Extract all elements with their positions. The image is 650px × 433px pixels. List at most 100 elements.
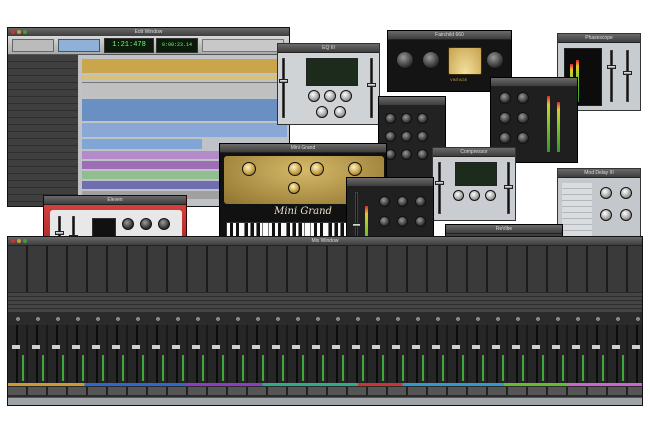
delay-plugin-window: Mod Delay III [557,168,641,246]
attack-knob[interactable] [453,190,464,201]
edit-window-title: Edit Window [134,29,163,35]
compressor-graph[interactable] [455,162,497,186]
track-color-strip [8,383,642,386]
track-list [8,55,78,206]
gain-reduction-meter [547,96,550,152]
eq-band-knob[interactable] [417,113,428,124]
eq-band-knob[interactable] [415,216,426,227]
pan-row[interactable] [8,315,642,323]
main-counter: 1:21:478 [104,38,154,53]
mix-window-titlebar[interactable]: Mix Window [8,237,642,246]
dynamics-knob[interactable] [242,162,256,176]
eq-band-knob[interactable] [379,196,390,207]
audio-clip[interactable] [82,75,287,80]
edit-mode-buttons[interactable] [12,39,54,52]
send-slots[interactable] [8,293,642,313]
eq-band-knob[interactable] [385,131,396,142]
feedback-knob[interactable] [620,187,632,199]
mix-window-title: Mix Window [311,238,339,244]
audio-clip[interactable] [82,59,287,73]
output-fader[interactable] [504,162,513,214]
ratio-knob[interactable] [499,112,511,124]
midi-clip[interactable] [82,99,287,121]
treble-knob[interactable] [158,218,170,230]
fairchild-title: Fairchild 660 [435,32,464,38]
meter-titlebar[interactable]: Phasescope [558,34,640,43]
input-fader[interactable] [279,58,288,118]
input-gain-knob[interactable] [396,51,414,69]
reverb-title: ReVibe [495,226,513,232]
release-knob[interactable] [517,92,529,104]
reverb-knob[interactable] [288,162,302,176]
output-fader[interactable] [367,58,376,118]
output-fader[interactable] [623,50,632,102]
piano-titlebar[interactable]: Mini Grand [220,144,386,153]
q-knob[interactable] [340,90,352,102]
input-fader[interactable] [435,162,444,214]
dynamics-titlebar[interactable] [491,78,577,87]
ratio-knob[interactable] [469,190,480,201]
fairchild-titlebar[interactable]: Fairchild 660 [388,31,511,40]
insert-slots[interactable] [8,246,642,292]
frequency-knob[interactable] [316,106,328,118]
vintage-badge: VINTAGE [450,77,468,82]
eq-band-knob[interactable] [385,113,396,124]
compressor-plugin-window: Compressor [432,147,516,221]
room-knob[interactable] [288,182,300,194]
delay-titlebar[interactable]: Mod Delay III [558,169,640,178]
scroll-bar[interactable] [8,397,642,405]
piano-title: Mini Grand [290,145,316,151]
eq-titlebar[interactable]: EQ III [278,44,379,53]
grid-nudge-controls[interactable] [202,39,284,52]
reverb-titlebar[interactable]: ReVibe [446,225,562,234]
eq-band-knob[interactable] [397,216,408,227]
compressor-titlebar[interactable]: Compressor [433,148,515,157]
eq-graph[interactable] [306,58,358,86]
output-meter [557,102,560,152]
bass-knob[interactable] [140,218,152,230]
delay-time-knob[interactable] [600,187,612,199]
eq-plugin-window: EQ III [277,43,380,125]
midi-clip[interactable] [82,123,287,137]
eq-band-knob[interactable] [401,131,412,142]
attack-knob[interactable] [499,92,511,104]
audio-clip[interactable] [82,82,287,97]
gain-knob[interactable] [334,106,346,118]
edit-toolbar: 1:21:478 0:00:23.14 [8,36,289,55]
sub-counter: 0:00:23.14 [156,38,198,53]
eq-band-knob[interactable] [417,131,428,142]
eq-band-knob[interactable] [397,196,408,207]
amp-titlebar[interactable]: Eleven [44,196,186,205]
rate-knob[interactable] [620,209,632,221]
eq-band-knob[interactable] [401,113,412,124]
depth-knob[interactable] [600,209,612,221]
eq-band-knob[interactable] [417,149,428,160]
delay-params [562,183,592,239]
eq-band-knob[interactable] [401,149,412,160]
time-constant-knob[interactable] [486,51,504,69]
release-knob[interactable] [485,190,496,201]
mix-knob[interactable] [517,132,529,144]
eq-mini-titlebar[interactable] [347,178,433,187]
threshold-knob[interactable] [517,112,529,124]
audio-clip[interactable] [82,139,202,149]
makeup-knob[interactable] [499,132,511,144]
transport-buttons[interactable] [58,39,100,52]
gain-knob[interactable] [324,90,336,102]
track-name-row[interactable] [8,387,642,395]
tone-knob[interactable] [310,162,324,176]
delay-title: Mod Delay III [584,170,614,176]
channel-eq-titlebar[interactable] [379,97,445,106]
volume-knob[interactable] [348,162,362,176]
output-fader[interactable] [607,50,616,102]
fader-caps[interactable] [8,345,642,349]
threshold-knob[interactable] [422,51,440,69]
gain-knob[interactable] [122,218,134,230]
meter-title: Phasescope [585,35,613,41]
amp-title: Eleven [107,197,123,203]
frequency-knob[interactable] [308,90,320,102]
eq-band-knob[interactable] [415,196,426,207]
level-meters [8,355,642,381]
eq-title: EQ III [322,45,335,51]
eq-band-knob[interactable] [379,216,390,227]
